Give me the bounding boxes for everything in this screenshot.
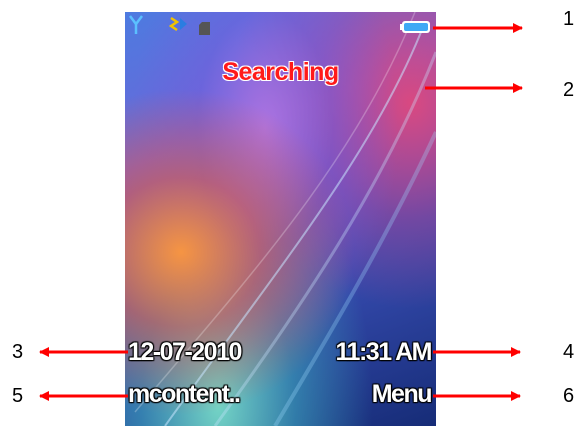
callout-number-5: 5 (12, 385, 24, 407)
callout-number-6: 6 (563, 385, 575, 407)
callout-number-3: 3 (12, 341, 24, 363)
callout-number-2: 2 (563, 79, 575, 101)
callout-arrows (39, 23, 523, 401)
callout-number-4: 4 (563, 341, 575, 363)
callout-number-1: 1 (563, 8, 575, 30)
